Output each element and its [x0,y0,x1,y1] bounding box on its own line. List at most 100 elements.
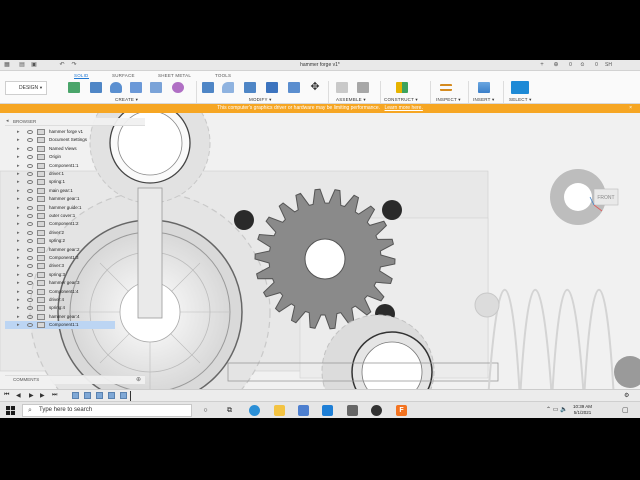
view-cube[interactable]: FRONT [550,169,619,225]
mail-icon[interactable] [322,405,333,416]
visibility-icon[interactable] [27,138,33,143]
timeline-feature[interactable] [120,392,127,399]
timeline-settings-icon[interactable]: ⚙ [624,392,629,399]
expand-icon[interactable]: ▸ [17,145,20,153]
edge-icon[interactable] [249,405,260,416]
sweep-icon[interactable] [130,82,142,93]
browser-header[interactable]: ◂ BROWSER [5,118,145,126]
browser-tree-item[interactable]: ▸ Component1:1 [5,162,115,170]
browser-tree-item[interactable]: ▸ spring:3 [5,271,115,279]
expand-icon[interactable]: ▸ [17,136,20,144]
browser-tree-item[interactable]: ▸ Named Views [5,145,115,153]
step-back-icon[interactable]: ◀ [16,392,21,399]
add-comment-icon[interactable]: ⊕ [136,376,141,383]
as-built-joint-icon[interactable] [357,82,369,93]
job-status-icon[interactable]: 0 [566,61,575,70]
expand-icon[interactable]: ▸ [17,321,20,329]
browser-tree-item[interactable]: ▸ driver:3 [5,262,115,270]
fusion360-icon[interactable]: F [396,405,407,416]
obs-icon[interactable] [371,405,382,416]
extrude-icon[interactable] [90,82,102,93]
expand-icon[interactable]: ▸ [17,288,20,296]
browser-tree-item[interactable]: ▸ Component1:3 [5,254,115,262]
visibility-icon[interactable] [27,155,33,160]
visibility-icon[interactable] [27,230,33,235]
tab-sheet-metal[interactable]: SHEET METAL [158,73,191,78]
measure-icon[interactable] [440,84,452,91]
expand-icon[interactable]: ▸ [17,212,20,220]
file-explorer-icon[interactable] [274,405,285,416]
timeline-feature[interactable] [96,392,103,399]
task-view-icon[interactable]: ⧉ [224,405,235,416]
browser-tree-item[interactable]: ▸ Component1:4 [5,288,115,296]
browser-tree-item[interactable]: ▸ driver:2 [5,229,115,237]
select-menu[interactable]: SELECT ▾ [509,97,532,103]
store-icon[interactable] [298,405,309,416]
notifications-icon[interactable]: ⏲ [578,61,587,70]
expand-icon[interactable]: ▸ [17,204,20,212]
visibility-icon[interactable] [27,214,33,218]
timeline-feature[interactable] [72,392,79,399]
browser-tree-item[interactable]: ▸ hammer forge v1 [5,128,115,136]
browser-tree-item[interactable]: ▸ spring:4 [5,304,115,312]
tab-solid[interactable]: SOLID [74,73,89,79]
app-icon[interactable] [347,405,358,416]
comments-panel[interactable]: COMMENTS ⊕ [5,375,145,384]
joint-icon[interactable] [336,82,348,93]
browser-tree-item[interactable]: ▸ hammer gear:4 [5,313,115,321]
visibility-icon[interactable] [27,306,33,311]
assemble-menu[interactable]: ASSEMBLE ▾ [336,97,366,103]
browser-tree-item[interactable]: ▸ main gear:1 [5,187,115,195]
expand-icon[interactable]: ▸ [17,229,20,237]
workspace-design-button[interactable]: DESIGN ▼ [5,81,47,95]
visibility-icon[interactable] [27,205,33,210]
expand-icon[interactable]: ▸ [17,237,20,245]
visibility-icon[interactable] [27,314,33,319]
browser-tree-item[interactable]: ▸ hammer guide:1 [5,204,115,212]
browser-tree-item[interactable]: ▸ hammer gear:2 [5,246,115,254]
taskbar-search-input[interactable]: ⌕ Type here to search [22,404,192,417]
expand-icon[interactable]: ▸ [17,262,20,270]
create-menu[interactable]: CREATE ▾ [115,97,138,103]
visibility-icon[interactable] [27,222,33,227]
select-icon[interactable] [511,81,529,94]
new-component-icon[interactable] [68,82,80,93]
expand-icon[interactable]: ▸ [17,254,20,262]
visibility-icon[interactable] [27,197,33,202]
expand-icon[interactable]: ▸ [17,153,20,161]
visibility-icon[interactable] [27,130,33,134]
extensions-icon[interactable]: ⊕ [552,62,560,69]
expand-icon[interactable]: ▸ [17,195,20,203]
browser-tree-item[interactable]: ▸ driver:4 [5,296,115,304]
go-to-start-icon[interactable]: ⏮ [4,392,9,399]
tray-icons[interactable]: ⌃ ▭ 🔈 [546,406,568,413]
visibility-icon[interactable] [27,172,33,176]
go-to-end-icon[interactable]: ⏭ [52,392,57,399]
new-tab-icon[interactable]: + [538,62,546,69]
offset-plane-icon[interactable] [396,82,408,93]
collapse-icon[interactable]: ◂ [6,118,9,124]
fillet-icon[interactable] [222,82,234,93]
browser-tree-item[interactable]: ▸ hammer gear:1 [5,195,115,203]
cortana-icon[interactable]: ○ [200,405,211,416]
visibility-icon[interactable] [27,247,33,252]
windows-start-icon[interactable] [6,406,15,415]
insert-image-icon[interactable] [478,82,490,93]
browser-tree-item[interactable]: ▸ driver:1 [5,170,115,178]
close-icon[interactable]: × [629,104,632,113]
move-icon[interactable]: ✥ [309,82,321,93]
notification-center-icon[interactable]: ▢ [622,406,629,414]
modify-menu[interactable]: MODIFY ▾ [249,97,272,103]
visibility-icon[interactable] [27,256,33,260]
expand-icon[interactable]: ▸ [17,246,20,254]
visibility-icon[interactable] [27,323,33,328]
pattern-icon[interactable] [150,82,162,93]
form-icon[interactable] [172,82,184,93]
visibility-icon[interactable] [27,289,33,294]
inspect-menu[interactable]: INSPECT ▾ [436,97,461,103]
browser-tree-item[interactable]: ▸ spring:2 [5,237,115,245]
visibility-icon[interactable] [27,272,33,277]
expand-icon[interactable]: ▸ [17,220,20,228]
timeline-feature[interactable] [108,392,115,399]
expand-icon[interactable]: ▸ [17,304,20,312]
